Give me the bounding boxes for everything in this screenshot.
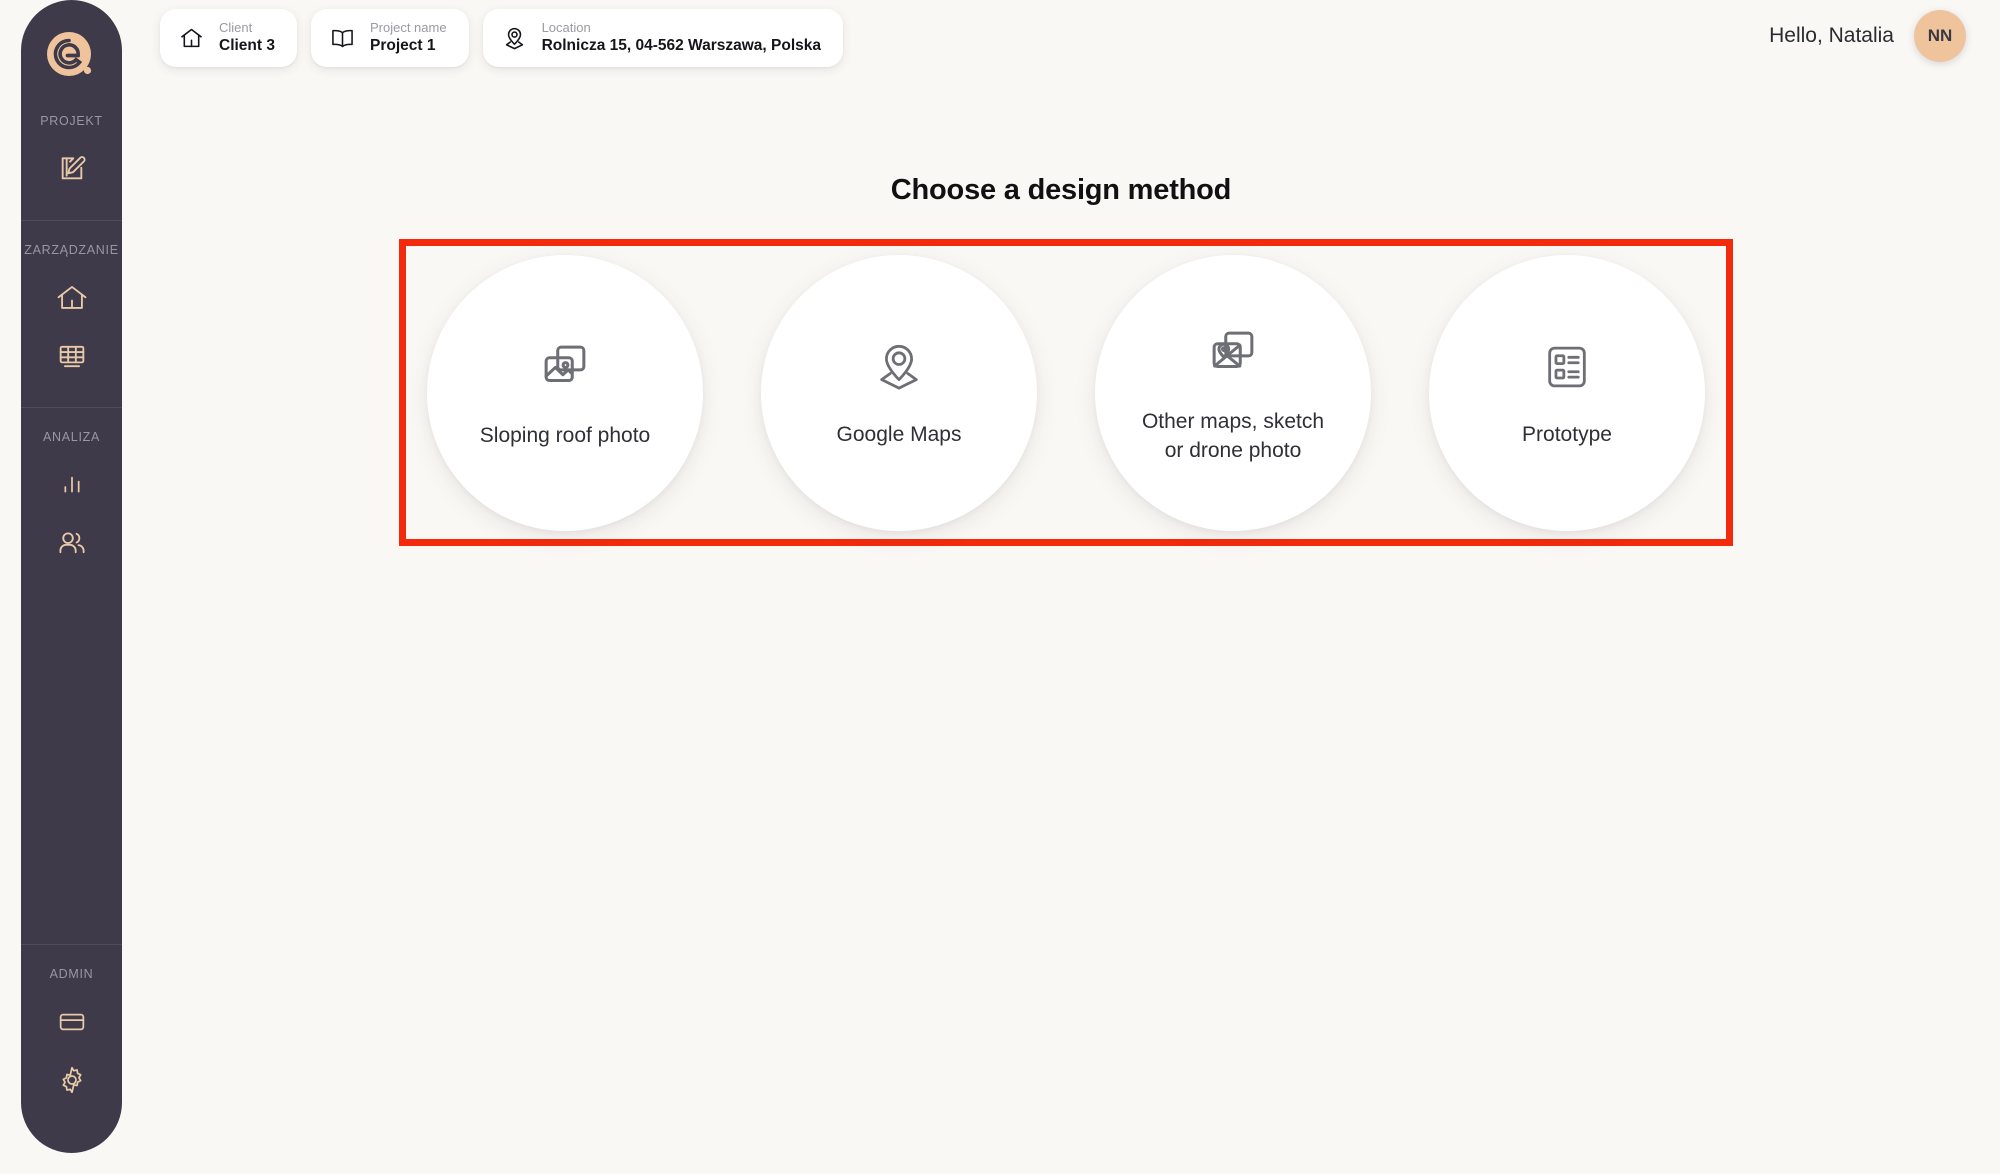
solar-panel-icon [55,339,89,373]
sidebar-item-billing[interactable] [40,993,104,1051]
credit-card-icon [56,1006,88,1038]
sidebar: PROJEKT ZARZĄDZANIE ANALIZA ADMIN [21,0,122,1153]
sidebar-item-projekt-edit[interactable] [40,140,104,198]
greeting-text: Hello, Natalia [1769,24,1894,47]
sidebar-section-admin: ADMIN [21,944,122,1153]
method-option-other-maps-sketch-or-drone-photo[interactable]: Other maps, sketch or drone photo [1095,254,1371,531]
sidebar-section-label-admin: ADMIN [49,967,94,981]
chip-value: Client 3 [219,37,275,55]
bar-chart-icon [56,469,88,501]
stacked-photos-icon [536,334,594,398]
app-logo[interactable] [40,28,104,92]
chip-client[interactable]: Client Client 3 [160,9,297,67]
sidebar-section-analiza: ANALIZA [21,407,122,572]
list-layout-icon [1540,335,1594,399]
sidebar-section-label-projekt: PROJEKT [40,114,103,128]
user-area: Hello, Natalia NN [1769,10,1966,62]
method-label: Other maps, sketch or drone photo [1141,409,1325,462]
open-book-icon [329,25,356,52]
chip-value: Project 1 [369,37,436,55]
chip-label: Project name [369,19,447,35]
sidebar-item-solar-panel[interactable] [40,327,104,385]
method-option-sloping-roof-photo[interactable]: Sloping roof photo [427,254,703,531]
design-method-highlight-box: Sloping roof photo Google Maps Other map… [399,239,1733,546]
chip-project-name[interactable]: Project name Project 1 [310,9,469,67]
map-pin-icon [872,335,926,399]
context-chips: Client Client 3 Project name Project 1 L… [160,9,844,67]
design-method-options: Sloping roof photo Google Maps Other map… [406,246,1726,539]
sidebar-section-zarzadzanie: ZARZĄDZANIE [21,220,122,385]
method-label: Sloping roof photo [479,424,651,448]
map-pin-icon [501,25,528,52]
chip-label: Location [541,19,591,35]
main-content: Choose a design method Sloping roof phot… [122,86,2000,1174]
avatar[interactable]: NN [1914,10,1966,62]
sidebar-section-projekt: PROJEKT [21,92,122,198]
sidebar-item-settings[interactable] [40,1051,104,1109]
gear-icon [56,1064,88,1096]
chip-label: Client [219,19,253,35]
method-option-google-maps[interactable]: Google Maps [761,254,1037,531]
sidebar-section-label-zarzadzanie: ZARZĄDZANIE [24,243,119,257]
home-icon [55,281,89,315]
sidebar-item-statistics[interactable] [40,456,104,514]
method-label: Google Maps [836,423,962,447]
chip-location[interactable]: Location Rolnicza 15, 04-562 Warszawa, P… [482,9,844,67]
home-icon [178,25,205,52]
method-label: Prototype [1522,423,1612,447]
page-title: Choose a design method [890,174,1232,206]
e-logo-icon [41,27,103,94]
users-icon [55,526,89,560]
method-option-prototype[interactable]: Prototype [1429,254,1705,531]
sidebar-item-home[interactable] [40,269,104,327]
edit-document-icon [56,153,88,185]
sidebar-item-users[interactable] [40,514,104,572]
sidebar-section-label-analiza: ANALIZA [43,430,100,444]
stacked-maps-icon [1204,320,1262,384]
topbar: Client Client 3 Project name Project 1 L… [122,0,2000,86]
chip-value: Rolnicza 15, 04-562 Warszawa, Polska [541,37,822,55]
